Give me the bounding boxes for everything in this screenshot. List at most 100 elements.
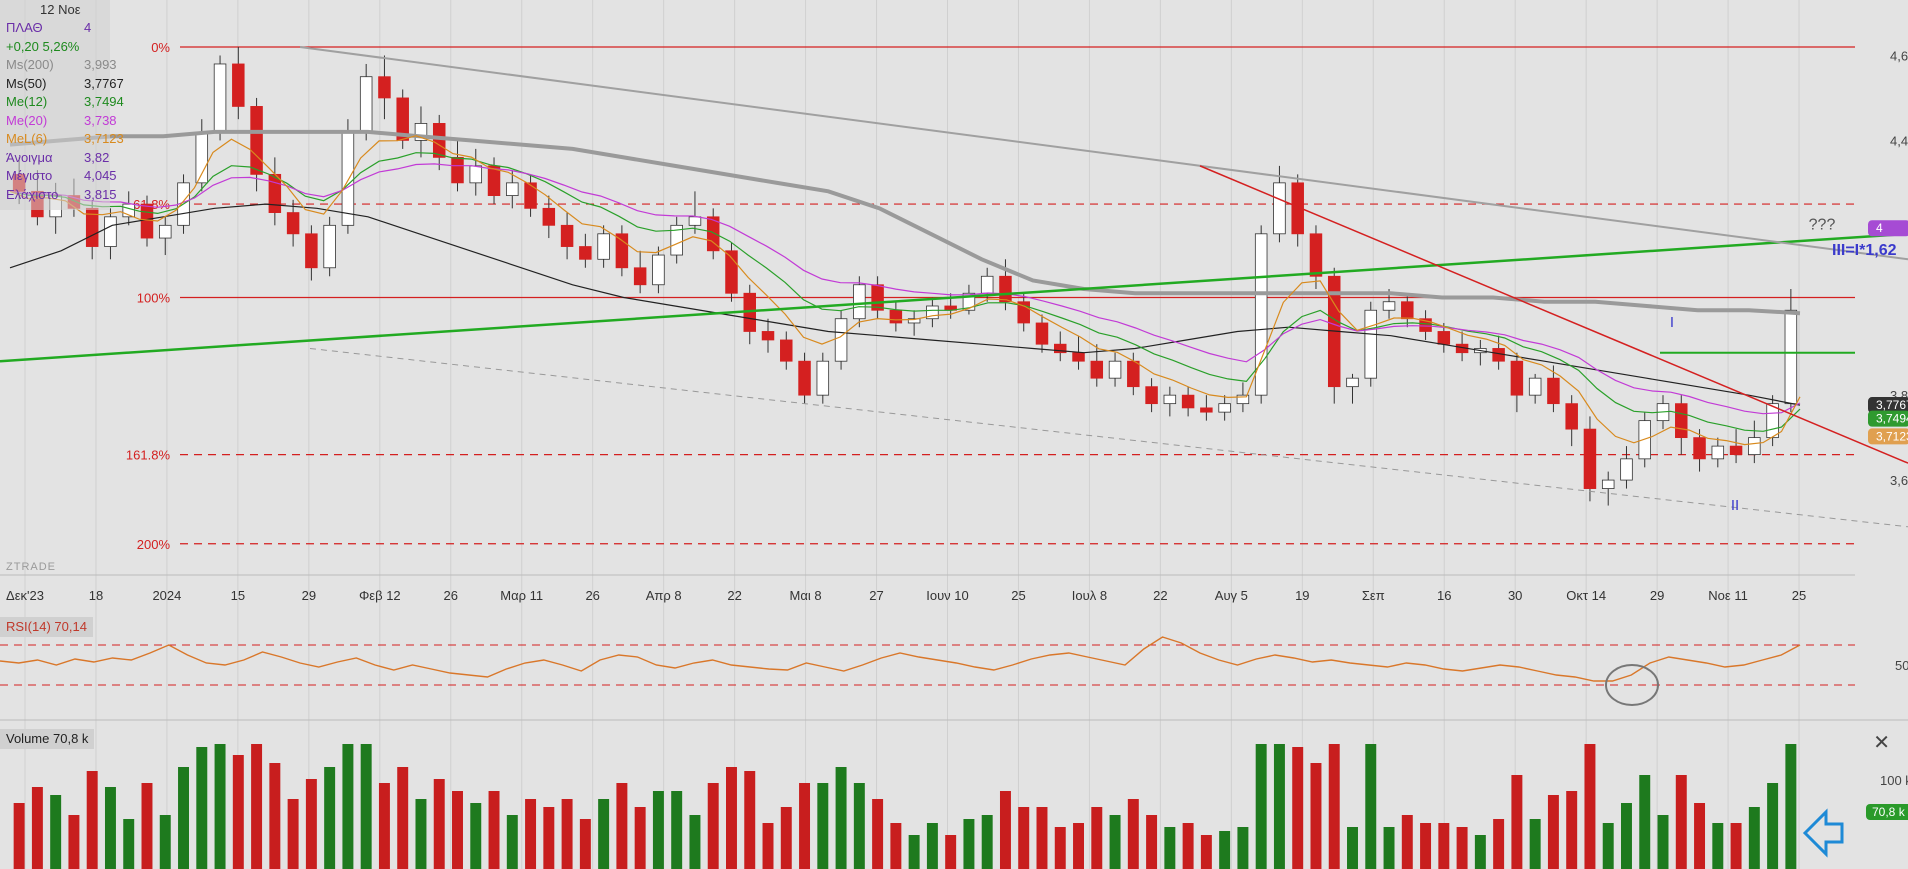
volume-bar [1200, 835, 1212, 869]
candle-body [359, 76, 373, 133]
volume-bar [433, 779, 445, 869]
volume-bar [214, 744, 226, 869]
quote-row: ΠΛΑΘ 4 [6, 20, 91, 36]
x-tick-label: 29 [1650, 588, 1664, 603]
candle-body [1547, 377, 1560, 405]
price-badge-text: 3,7123 [1876, 429, 1908, 443]
volume-bar [1347, 827, 1358, 869]
volume-bar [671, 791, 683, 869]
x-tick-label: Ιουν 10 [926, 588, 969, 603]
quote-row-label: Ms(200) [6, 57, 54, 72]
candle-body [652, 254, 665, 286]
volume-bar [86, 771, 98, 869]
x-tick-label: 26 [444, 588, 458, 603]
candle-body [1729, 445, 1743, 456]
quote-row-label: Me(12) [6, 94, 48, 109]
candle-body [1181, 394, 1195, 409]
volume-bar [1657, 815, 1669, 869]
volume-bar [689, 815, 701, 869]
quote-row-value: 3,82 [84, 149, 110, 165]
price-badge-text: 4 [1876, 221, 1883, 235]
candle-body [195, 131, 209, 184]
candle-body [323, 224, 336, 269]
candle-body [1748, 437, 1761, 456]
quote-row-value: 3,7767 [84, 75, 124, 91]
x-tick-label: Ιουλ 8 [1072, 588, 1107, 603]
volume-bar [1237, 827, 1249, 869]
candle-body [1218, 403, 1231, 413]
close-volume-icon[interactable]: ✕ [1873, 730, 1890, 755]
volume-bar [196, 747, 208, 869]
quote-row-value: 3,738 [84, 112, 117, 128]
candle-body [268, 173, 282, 213]
fib-level-label: 161.8% [126, 448, 171, 463]
candle-body [213, 63, 227, 133]
quote-row-value: 4,045 [84, 168, 117, 183]
x-tick-label: 25 [1011, 588, 1025, 603]
x-tick-label: 19 [1295, 588, 1309, 603]
price-badge [1868, 220, 1908, 237]
volume-label-tag[interactable]: Volume 70,8 k [0, 729, 95, 749]
x-tick-label: 22 [727, 588, 741, 603]
volume-bar [1292, 747, 1304, 869]
quote-row-label: Me(20) [6, 112, 48, 128]
candle-body [1620, 458, 1633, 481]
volume-bar [817, 783, 829, 869]
x-tick-label: Αυγ 5 [1215, 588, 1248, 603]
quote-row: Άνοιγμα 3,82 [6, 150, 109, 166]
time-axis: Δεκ'23 18 2024 15 29 Φεβ 12 26 Μαρ 11 26 Απρ 8 22 Μ… [0, 574, 1908, 721]
volume-badge-text: 70,8 k [1872, 805, 1906, 819]
question-label: ??? [1809, 217, 1836, 234]
stock-chart[interactable]: 0%61.8%100%161.8%200%IIIIII=I*1,62??? Δε… [0, 0, 1908, 869]
quote-row-label: +0,20 5,26% [6, 38, 80, 54]
quote-row: +0,20 5,26% [6, 39, 79, 55]
volume-bar [1164, 827, 1176, 869]
candle-body [341, 131, 355, 226]
x-tick-label: 22 [1153, 588, 1167, 603]
brand-watermark: ZTRADE [6, 561, 56, 573]
volume-bar [1584, 744, 1596, 869]
quote-row-label: MeL(6) [6, 131, 48, 146]
candle-body [1675, 403, 1688, 439]
x-tick-label: Νοε 11 [1708, 588, 1748, 603]
candle-body [1601, 479, 1615, 489]
volume-bar [415, 799, 427, 869]
quote-row: Ms(200) 3,993 [6, 57, 117, 73]
price-badge-text: 3,7494 [1876, 412, 1908, 426]
volume-bar [1511, 775, 1523, 869]
price-panel: 0%61.8%100%161.8%200%IIIIII=I*1,62??? [0, 40, 1908, 552]
price-tick-label: 3,6 [1890, 473, 1908, 488]
volume-bar [68, 815, 80, 869]
price-axis: 4,64,44,23,83,643,77673,74943,7123 [1868, 48, 1908, 488]
rsi-label-tag[interactable]: RSI(14) 70,14 [0, 617, 93, 637]
volume-label: Volume [6, 731, 50, 746]
volume-bar [1073, 823, 1084, 869]
rsi-panel: 50 [0, 636, 1908, 706]
candle-body [524, 182, 537, 209]
volume-bar [1712, 823, 1724, 869]
volume-bar [1127, 799, 1139, 869]
candle-body [780, 339, 793, 362]
volume-bar [251, 744, 263, 869]
x-tick-label: 2024 [152, 588, 181, 603]
volume-bar [1474, 835, 1486, 869]
candle-body [232, 63, 245, 107]
candle-body [688, 216, 702, 226]
volume-bar [104, 787, 116, 869]
volume-bar [926, 823, 938, 869]
x-tick-label: 26 [585, 588, 599, 603]
candle-body [1145, 386, 1158, 405]
volume-bar [1748, 807, 1760, 869]
quote-row-label: Μέγιστο [6, 168, 53, 183]
rsi-label: RSI(14) [6, 619, 51, 634]
rsi-axis-label: 50 [1895, 658, 1908, 673]
candle-body [1711, 445, 1725, 460]
candle-body [542, 207, 556, 226]
volume-bar [13, 803, 25, 869]
volume-panel: 100 k 70,8 k [13, 744, 1908, 869]
volume-bar [598, 799, 610, 869]
volume-bar [1420, 823, 1432, 869]
volume-bar [50, 795, 62, 869]
candle-body [1437, 331, 1451, 345]
volume-bar [1602, 823, 1614, 869]
